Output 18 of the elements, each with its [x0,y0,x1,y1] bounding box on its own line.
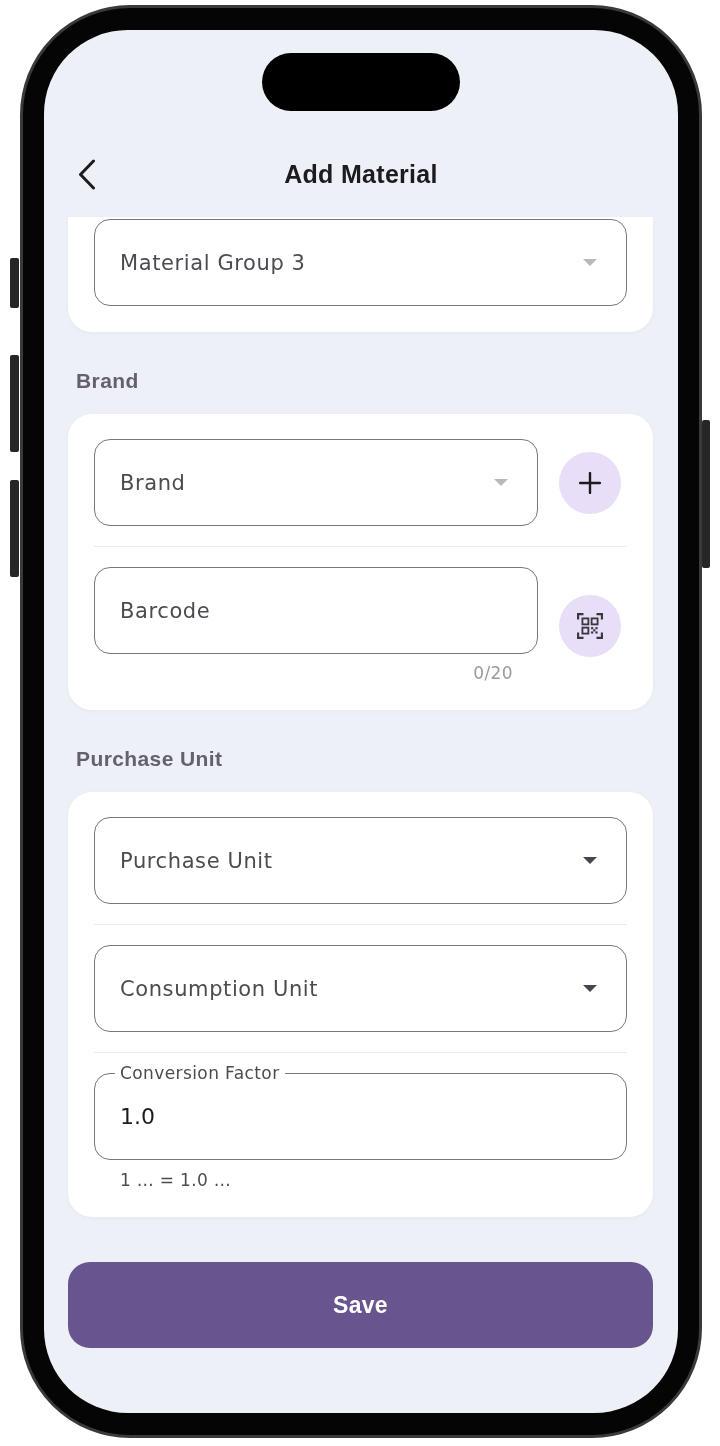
input-field[interactable]: Conversion Factor 1.0 [94,1063,627,1160]
dropdown-field[interactable]: Purchase Unit [94,817,627,904]
section-label: Brand [76,369,139,393]
character-counter: 0/20 [473,662,513,684]
caret-icon [494,479,508,486]
dropdown-field[interactable]: Consumption Unit [94,945,627,1032]
save-button[interactable]: Save [68,1262,653,1348]
caret-icon [583,985,597,992]
section-label: Purchase Unit [76,747,223,771]
back-icon[interactable] [78,158,96,190]
caret-icon [583,259,597,266]
page-title: Add Material [284,159,438,190]
side-key [10,258,19,308]
helper-text: 1 … = 1.0 … [120,1169,231,1191]
qr-scan-icon [577,612,603,639]
caret-icon [583,857,597,864]
input-field[interactable]: Barcode [94,567,538,654]
plus-icon [579,471,601,494]
